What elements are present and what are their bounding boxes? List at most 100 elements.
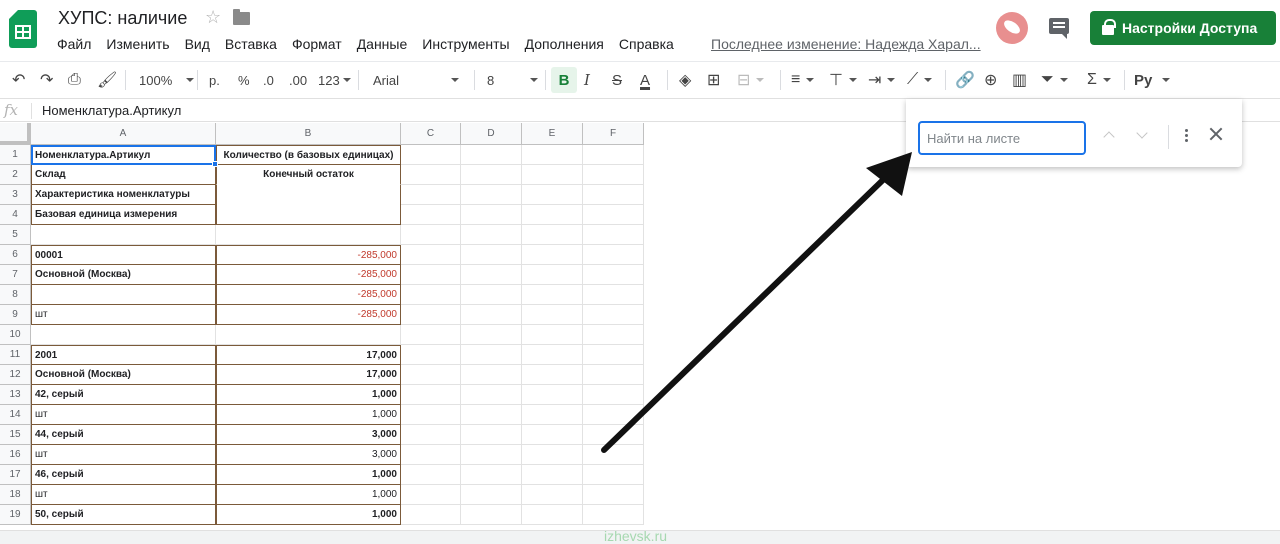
row-header[interactable]: 7 [0, 265, 31, 285]
paint-format-icon[interactable]: 🖌 [97, 62, 117, 98]
cell-c13[interactable] [401, 385, 461, 405]
formula-input[interactable]: Номенклатура.Артикул [42, 103, 181, 118]
cell-b18[interactable]: 1,000 [216, 485, 401, 505]
cell-a15[interactable]: 44, серый [31, 425, 216, 445]
cell-a3[interactable]: Характеристика номенклатуры [31, 185, 216, 205]
cell-f9[interactable] [583, 305, 644, 325]
cell-b10[interactable] [216, 325, 401, 345]
cell-a2[interactable]: Склад [31, 165, 216, 185]
cell-f10[interactable] [583, 325, 644, 345]
cell-c11[interactable] [401, 345, 461, 365]
cell-d11[interactable] [461, 345, 522, 365]
comment-icon[interactable] [1049, 18, 1069, 39]
text-color-button[interactable]: A [640, 62, 650, 98]
menu-tools[interactable]: Инструменты [422, 36, 509, 52]
cell-e13[interactable] [522, 385, 583, 405]
cell-e10[interactable] [522, 325, 583, 345]
cell-e4[interactable] [522, 205, 583, 225]
cell-a10[interactable] [31, 325, 216, 345]
menu-format[interactable]: Формат [292, 36, 342, 52]
cell-b2[interactable]: Конечный остаток [216, 165, 401, 185]
cell-b6[interactable]: -285,000 [216, 245, 401, 265]
cell-d4[interactable] [461, 205, 522, 225]
cell-d16[interactable] [461, 445, 522, 465]
cell-d14[interactable] [461, 405, 522, 425]
share-button[interactable]: Настройки Доступа [1090, 11, 1276, 45]
align-horizontal-icon[interactable]: ≡ [791, 62, 815, 98]
undo-icon[interactable]: ↶ [12, 62, 25, 98]
cell-b3[interactable] [216, 185, 401, 205]
cell-c10[interactable] [401, 325, 461, 345]
cell-e7[interactable] [522, 265, 583, 285]
cell-f13[interactable] [583, 385, 644, 405]
row-header[interactable]: 10 [0, 325, 31, 345]
row-header[interactable]: 15 [0, 425, 31, 445]
align-vertical-icon[interactable]: ⊤ [829, 62, 857, 98]
row-header[interactable]: 14 [0, 405, 31, 425]
row-header[interactable]: 5 [0, 225, 31, 245]
zoom-select[interactable]: 100% [139, 62, 195, 98]
cell-e16[interactable] [522, 445, 583, 465]
cell-c15[interactable] [401, 425, 461, 445]
cell-f3[interactable] [583, 185, 644, 205]
cell-a14[interactable]: шт [31, 405, 216, 425]
cell-b19[interactable]: 1,000 [216, 505, 401, 525]
cell-d17[interactable] [461, 465, 522, 485]
last-edit-link[interactable]: Последнее изменение: Надежда Харал... [711, 36, 981, 52]
column-header-a[interactable]: A [31, 123, 216, 145]
cell-e3[interactable] [522, 185, 583, 205]
row-header[interactable]: 17 [0, 465, 31, 485]
number-format-select[interactable]: 123 [318, 62, 351, 98]
cell-c18[interactable] [401, 485, 461, 505]
cell-f1[interactable] [583, 145, 644, 165]
redo-icon[interactable]: ↷ [40, 62, 53, 98]
cell-c7[interactable] [401, 265, 461, 285]
cell-e14[interactable] [522, 405, 583, 425]
row-header[interactable]: 2 [0, 165, 31, 185]
cell-c9[interactable] [401, 305, 461, 325]
cell-b1[interactable]: Количество (в базовых единицах) [216, 145, 401, 165]
cell-c14[interactable] [401, 405, 461, 425]
sheets-logo-icon[interactable] [9, 10, 37, 48]
document-title[interactable]: ХУПС: наличие [58, 8, 187, 29]
cell-a4[interactable]: Базовая единица измерения [31, 205, 216, 225]
cell-f12[interactable] [583, 365, 644, 385]
cell-f19[interactable] [583, 505, 644, 525]
cell-b8[interactable]: -285,000 [216, 285, 401, 305]
cell-c2[interactable] [401, 165, 461, 185]
cell-a18[interactable]: шт [31, 485, 216, 505]
cell-e2[interactable] [522, 165, 583, 185]
row-header[interactable]: 8 [0, 285, 31, 305]
cell-f18[interactable] [583, 485, 644, 505]
menu-edit[interactable]: Изменить [106, 36, 169, 52]
column-header-b[interactable]: B [216, 123, 401, 145]
row-header[interactable]: 19 [0, 505, 31, 525]
cell-b12[interactable]: 17,000 [216, 365, 401, 385]
cell-b7[interactable]: -285,000 [216, 265, 401, 285]
borders-icon[interactable]: ⊞ [707, 62, 720, 98]
column-header-d[interactable]: D [461, 123, 522, 145]
row-header[interactable]: 12 [0, 365, 31, 385]
cell-f11[interactable] [583, 345, 644, 365]
cell-c16[interactable] [401, 445, 461, 465]
cell-c17[interactable] [401, 465, 461, 485]
increase-decimal-button[interactable]: .00 [289, 62, 307, 98]
cell-a6[interactable]: 00001 [31, 245, 216, 265]
text-rotate-icon[interactable]: ⟋ [907, 62, 933, 98]
cell-c8[interactable] [401, 285, 461, 305]
row-header[interactable]: 13 [0, 385, 31, 405]
cell-d19[interactable] [461, 505, 522, 525]
input-tools-button[interactable]: Ру [1134, 62, 1171, 98]
font-select[interactable]: Arial [373, 62, 460, 98]
cell-d3[interactable] [461, 185, 522, 205]
cell-f15[interactable] [583, 425, 644, 445]
cell-b13[interactable]: 1,000 [216, 385, 401, 405]
cell-d6[interactable] [461, 245, 522, 265]
cell-c3[interactable] [401, 185, 461, 205]
cell-e1[interactable] [522, 145, 583, 165]
strikethrough-button[interactable]: S [612, 62, 622, 98]
cell-d12[interactable] [461, 365, 522, 385]
cell-d5[interactable] [461, 225, 522, 245]
avatar[interactable] [996, 12, 1028, 44]
column-header-c[interactable]: C [401, 123, 461, 145]
